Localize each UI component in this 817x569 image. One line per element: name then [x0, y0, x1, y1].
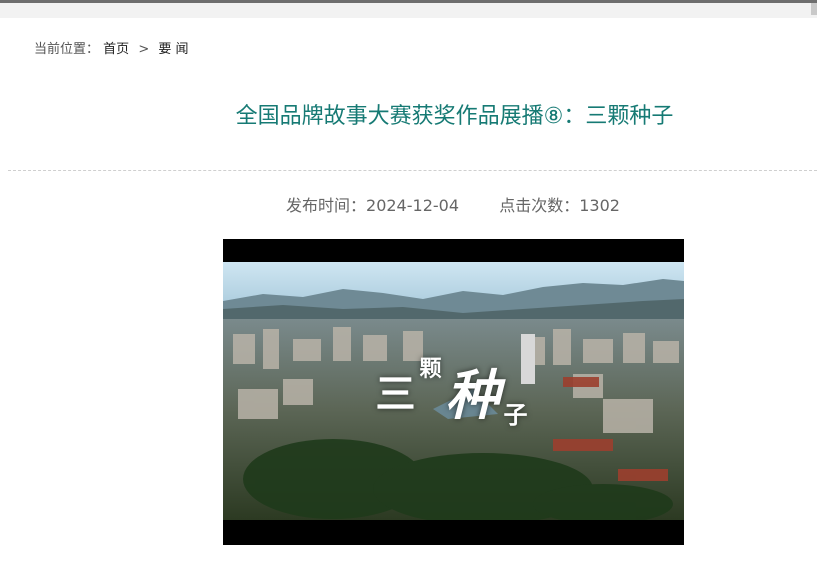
overlay-char-1: 三: [375, 370, 420, 418]
video-player[interactable]: 三颗种子: [223, 239, 684, 545]
breadcrumb-news-link[interactable]: 要 闻: [158, 42, 188, 57]
breadcrumb-prefix: 当前位置：: [34, 42, 100, 57]
page-title: 全国品牌故事大赛获奖作品展播⑧：三颗种子: [235, 104, 674, 129]
publish-date: 2024-12-04: [366, 196, 459, 215]
scrollbar-stub[interactable]: [811, 3, 817, 15]
overlay-char-3: 种: [445, 363, 504, 427]
video-overlay-title: 三颗种子: [223, 351, 684, 430]
top-band: [0, 3, 817, 18]
clicks-label: 点击次数：: [499, 196, 580, 215]
article-meta: 发布时间：2024-12-04 点击次数：1302: [286, 192, 620, 216]
overlay-char-4: 子: [503, 400, 532, 429]
clicks-count: 1302: [579, 196, 620, 215]
breadcrumb-home-link[interactable]: 首页: [103, 42, 129, 57]
breadcrumb: 当前位置： 首页 > 要 闻: [34, 38, 189, 57]
title-divider: [8, 170, 817, 171]
overlay-char-2: 颗: [419, 356, 446, 382]
breadcrumb-separator: >: [138, 42, 150, 57]
publish-label: 发布时间：: [286, 196, 367, 215]
